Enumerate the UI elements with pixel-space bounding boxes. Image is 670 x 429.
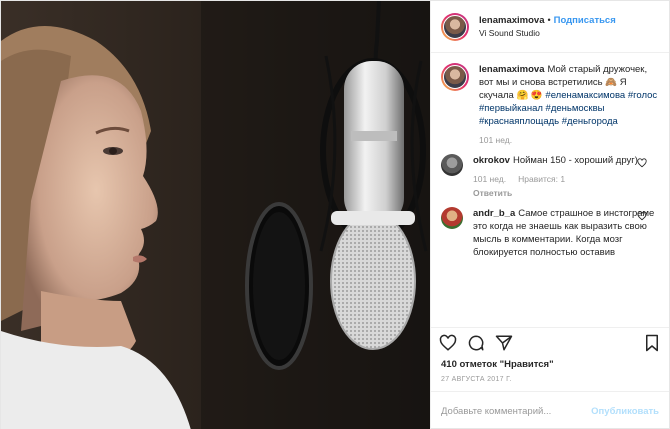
post-header: lenamaximova • Подписаться Vi Sound Studio bbox=[431, 1, 669, 53]
location-link[interactable]: Vi Sound Studio bbox=[479, 27, 616, 40]
comment-username[interactable]: andr_b_a bbox=[473, 208, 515, 219]
comment-meta: 101 нед. Нравится: 1 Ответить bbox=[473, 173, 659, 199]
header-text: lenamaximova • Подписаться Vi Sound Studio bbox=[479, 14, 616, 40]
comment-time[interactable]: 101 нед. bbox=[473, 174, 506, 184]
comment-body: okrokov Нойман 150 - хороший друг) 101 не… bbox=[473, 154, 659, 199]
heart-icon[interactable] bbox=[637, 158, 647, 168]
list-item: andr_b_a Самое страшное в инстограме это … bbox=[441, 207, 659, 259]
comment-icon[interactable] bbox=[467, 334, 485, 352]
author-avatar[interactable] bbox=[441, 12, 469, 41]
publish-button[interactable]: Опубликовать bbox=[591, 406, 659, 417]
caption: lenamaximova Мой старый дружочек, вот мы … bbox=[441, 63, 659, 146]
comment-likes[interactable]: Нравится: 1 bbox=[518, 174, 565, 184]
heart-icon[interactable] bbox=[439, 334, 457, 352]
caption-body: lenamaximova Мой старый дружочек, вот мы … bbox=[479, 63, 659, 146]
action-bar bbox=[431, 328, 669, 358]
list-item: okrokov Нойман 150 - хороший друг) 101 не… bbox=[441, 154, 659, 199]
share-icon[interactable] bbox=[495, 334, 513, 352]
caption-username[interactable]: lenamaximova bbox=[479, 64, 544, 75]
comment-username[interactable]: okrokov bbox=[473, 155, 510, 166]
commenter-avatar[interactable] bbox=[441, 207, 463, 229]
comment-input[interactable] bbox=[441, 405, 592, 417]
comment-text: Нойман 150 - хороший друг) bbox=[512, 155, 638, 166]
post-sidebar: lenamaximova • Подписаться Vi Sound Studio… bbox=[430, 1, 669, 429]
likes-count[interactable]: 410 отметок "Нравится" bbox=[431, 358, 669, 372]
commenter-avatar[interactable] bbox=[441, 154, 463, 176]
post-photo[interactable] bbox=[1, 1, 430, 429]
comment-body: andr_b_a Самое страшное в инстограме это … bbox=[473, 207, 659, 259]
follow-button[interactable]: Подписаться bbox=[554, 15, 616, 26]
caption-meta: 101 нед. bbox=[479, 134, 659, 146]
post-date[interactable]: 27 АВГУСТА 2017 Г. bbox=[431, 372, 669, 392]
bookmark-icon[interactable] bbox=[643, 334, 661, 352]
instagram-post: lenamaximova • Подписаться Vi Sound Studio… bbox=[0, 0, 670, 429]
comments-list[interactable]: lenamaximova Мой старый дружочек, вот мы … bbox=[431, 53, 669, 328]
heart-icon[interactable] bbox=[637, 211, 647, 221]
studio-photo bbox=[1, 1, 430, 429]
add-comment-bar: Опубликовать bbox=[431, 392, 669, 429]
author-username[interactable]: lenamaximova bbox=[479, 15, 544, 26]
reply-button[interactable]: Ответить bbox=[473, 187, 647, 199]
separator-dot: • bbox=[547, 14, 551, 25]
caption-time[interactable]: 101 нед. bbox=[479, 135, 512, 145]
caption-avatar[interactable] bbox=[441, 63, 469, 91]
